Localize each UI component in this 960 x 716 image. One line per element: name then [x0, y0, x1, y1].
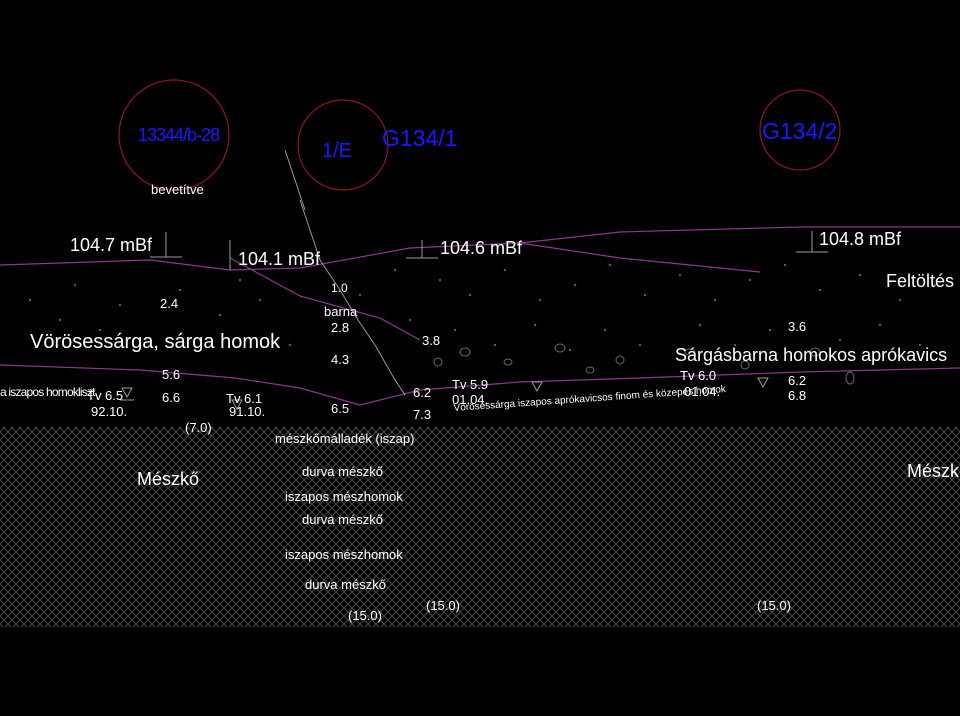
depth-6-2-b: 6.2 — [788, 373, 807, 388]
layer-label-durva-meszko-3: durva mészkő — [305, 577, 386, 592]
limestone-hatch — [0, 427, 960, 627]
water-date-3: 01.04. — [452, 392, 489, 407]
elevation-label-3: 104.6 mBf — [440, 238, 523, 258]
depth-2-4: 2.4 — [160, 296, 179, 311]
elevation-label-2: 104.1 mBf — [238, 249, 321, 269]
depth-15-a: (15.0) — [348, 608, 382, 623]
layer-label-feltoltes: Feltöltés — [886, 271, 955, 291]
bevetitve-note: bevetítve — [151, 182, 204, 197]
water-date-2: 91.10. — [229, 404, 266, 419]
boring-label-g134-2: G134/2 — [762, 118, 838, 144]
boring-label-13344-b-28: 13344/b-28 — [138, 125, 220, 145]
elevation-label-4: 104.8 mBf — [819, 229, 902, 249]
layer-label-durva-meszko-2: durva mészkő — [302, 512, 383, 527]
water-level-1: Tv 6.5 — [87, 388, 124, 403]
boring-circles — [118, 79, 841, 191]
depth-15-b: (15.0) — [426, 598, 460, 613]
layer-label-meszkomalladek: mészkőmálladék (iszap) — [275, 431, 415, 446]
depth-5-6: 5.6 — [162, 367, 181, 382]
boring-label-g134-1: G134/1 — [382, 125, 458, 151]
depth-1-0: 1.0 — [331, 281, 348, 295]
depth-15-c: (15.0) — [757, 598, 791, 613]
layer-label-iszapos-meszhomok-1: iszapos mészhomok — [285, 489, 403, 504]
elevation-label-1: 104.7 mBf — [70, 235, 153, 255]
layer-label-barna: barna — [324, 304, 358, 319]
depth-3-8: 3.8 — [422, 333, 441, 348]
depth-6-8: 6.8 — [788, 388, 807, 403]
layer-label-voros-sarga-homok: Vörösessárga, sárga homok — [30, 331, 281, 353]
layer-label-sargasbarna: Sárgásbarna homokos aprókavics — [675, 345, 948, 365]
depth-6-2-a: 6.2 — [413, 385, 432, 400]
water-level-3: Tv 5.9 — [452, 377, 489, 392]
boring-label-1-e: 1/E — [322, 140, 353, 162]
depth-2-8: 2.8 — [331, 320, 350, 335]
depth-7-0: (7.0) — [185, 420, 212, 435]
water-date-1: 92.10. — [91, 404, 128, 419]
depth-6-5: 6.5 — [331, 401, 350, 416]
water-date-4: 01.04. — [684, 384, 721, 399]
depth-4-3: 4.3 — [331, 352, 350, 367]
layer-label-durva-meszko-1: durva mészkő — [302, 464, 383, 479]
layer-label-meszko-right: Mészk — [907, 461, 960, 481]
layer-label-iszapos-homokliszt: a iszapos homokliszt — [0, 385, 96, 399]
layer-label-iszapos-meszhomok-2: iszapos mészhomok — [285, 547, 403, 562]
layer-label-meszko-left: Mészkő — [137, 469, 200, 489]
depth-3-6: 3.6 — [788, 319, 807, 334]
depth-6-6: 6.6 — [162, 390, 181, 405]
water-level-4: Tv 6.0 — [680, 368, 717, 383]
depth-7-3: 7.3 — [413, 407, 432, 422]
geological-section-canvas: 13344/b-28 1/E G134/1 G134/2 bevetítve 1… — [0, 0, 960, 716]
